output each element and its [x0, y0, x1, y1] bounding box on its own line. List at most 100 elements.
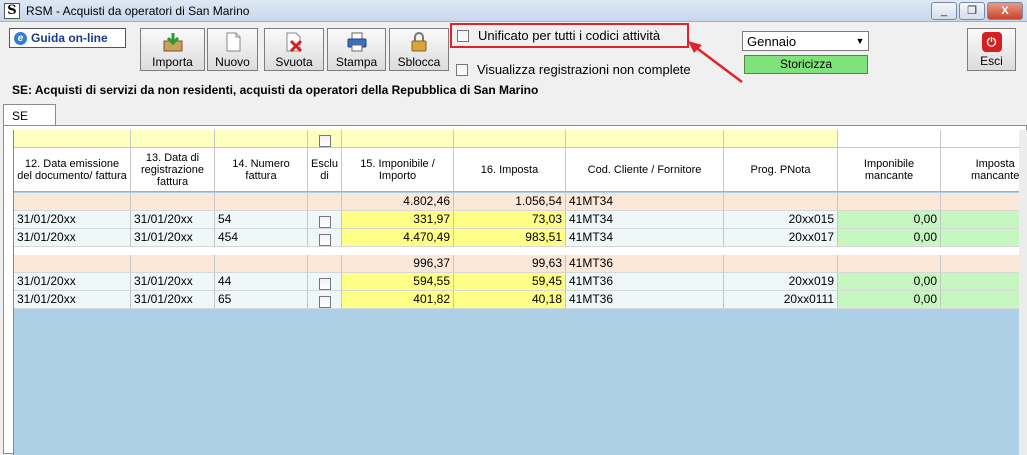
table-row[interactable]: 31/01/20xx 31/01/20xx 454 4.470,49 983,5… — [14, 229, 1019, 247]
stampa-label: Stampa — [335, 55, 378, 69]
numero-fattura-cell: 44 — [215, 273, 308, 291]
filter-cell[interactable] — [454, 130, 566, 148]
group-imposta: 99,63 — [454, 255, 566, 273]
escludi-cell — [308, 273, 342, 291]
filter-cell[interactable] — [941, 130, 1019, 148]
imposta-mancante-cell — [941, 229, 1019, 247]
group-imposta: 1.056,54 — [454, 193, 566, 211]
data-emissione-cell: 31/01/20xx — [14, 291, 131, 309]
filter-cell — [308, 130, 342, 148]
pnota-cell: 20xx019 — [724, 273, 838, 291]
stampa-button[interactable]: Stampa — [327, 28, 386, 71]
column-header[interactable]: Imponibile mancante — [838, 148, 941, 192]
pnota-cell: 20xx015 — [724, 211, 838, 229]
data-registrazione-cell: 31/01/20xx — [131, 291, 215, 309]
filter-cell[interactable] — [215, 130, 308, 148]
escludi-checkbox[interactable] — [318, 215, 331, 228]
table-row[interactable]: 31/01/20xx 31/01/20xx 44 594,55 59,45 41… — [14, 273, 1019, 291]
column-header[interactable]: 13. Data di registrazione fattura — [131, 148, 215, 192]
numero-fattura-cell: 54 — [215, 211, 308, 229]
vertical-scrollbar[interactable] — [1019, 130, 1027, 455]
escludi-checkbox[interactable] — [318, 233, 331, 246]
svuota-button[interactable]: Svuota — [264, 28, 324, 71]
imponibile-cell: 331,97 — [342, 211, 454, 229]
column-header[interactable]: Prog. PNota — [724, 148, 838, 192]
group-codice: 41MT34 — [566, 193, 724, 211]
imposta-mancante-cell — [941, 273, 1019, 291]
imponibile-mancante-cell: 0,00 — [838, 273, 941, 291]
lock-icon — [411, 32, 427, 52]
data-emissione-cell: 31/01/20xx — [14, 211, 131, 229]
filter-cell[interactable] — [566, 130, 724, 148]
nuovo-label: Nuovo — [215, 55, 250, 69]
group-summary-row[interactable]: 996,37 99,63 41MT36 — [14, 255, 1019, 273]
table-row[interactable]: 31/01/20xx 31/01/20xx 54 331,97 73,03 41… — [14, 211, 1019, 229]
filter-cell[interactable] — [131, 130, 215, 148]
importa-label: Importa — [152, 55, 193, 69]
esci-label: Esci — [980, 54, 1003, 68]
escludi-checkbox[interactable] — [318, 295, 331, 308]
filter-cell[interactable] — [838, 130, 941, 148]
sblocca-button[interactable]: Sblocca — [389, 28, 449, 71]
imposta-cell: 40,18 — [454, 291, 566, 309]
column-header-row: 12. Data emissione del documento/ fattur… — [14, 148, 1019, 192]
imponibile-cell: 4.470,49 — [342, 229, 454, 247]
column-header[interactable]: Imposta mancante — [941, 148, 1019, 192]
imponibile-mancante-cell: 0,00 — [838, 229, 941, 247]
esci-button[interactable]: ⏻ Esci — [967, 28, 1016, 71]
column-header[interactable]: Esclu di — [308, 148, 342, 192]
unificato-checkbox[interactable] — [457, 29, 469, 42]
data-registrazione-cell: 31/01/20xx — [131, 229, 215, 247]
data-emissione-cell: 31/01/20xx — [14, 273, 131, 291]
data-registrazione-cell: 31/01/20xx — [131, 273, 215, 291]
window-title: RSM - Acquisti da operatori di San Marin… — [26, 4, 250, 18]
data-emissione-cell: 31/01/20xx — [14, 229, 131, 247]
codice-cell: 41MT34 — [566, 211, 724, 229]
restore-button[interactable]: ❐ — [959, 2, 985, 20]
group-summary-row[interactable]: 4.802,46 1.056,54 41MT34 — [14, 193, 1019, 211]
imposta-cell: 59,45 — [454, 273, 566, 291]
guida-online-label: Guida on-line — [31, 31, 108, 45]
pnota-cell: 20xx0111 — [724, 291, 838, 309]
ie-icon: e — [14, 31, 27, 45]
escludi-all-checkbox[interactable] — [318, 134, 331, 147]
chevron-down-icon: ▼ — [855, 36, 865, 46]
clear-icon — [286, 32, 303, 52]
table-row[interactable]: 31/01/20xx 31/01/20xx 65 401,82 40,18 41… — [14, 291, 1019, 309]
filter-cell[interactable] — [342, 130, 454, 148]
column-header[interactable]: 14. Numero fattura — [215, 148, 308, 192]
month-select[interactable]: Gennaio ▼ — [742, 31, 869, 51]
guida-online-button[interactable]: e Guida on-line — [9, 28, 126, 48]
tab-se[interactable]: SE — [3, 104, 56, 126]
filter-cell[interactable] — [14, 130, 131, 148]
imposta-cell: 983,51 — [454, 229, 566, 247]
escludi-checkbox[interactable] — [318, 277, 331, 290]
group-imponibile: 996,37 — [342, 255, 454, 273]
visualizza-option: Visualizza registrazioni non complete — [456, 62, 691, 77]
minimize-button[interactable]: _ — [931, 2, 957, 20]
close-button[interactable]: X — [987, 2, 1023, 20]
app-icon: S — [4, 3, 20, 19]
imponibile-mancante-cell: 0,00 — [838, 291, 941, 309]
imposta-cell: 73,03 — [454, 211, 566, 229]
codice-cell: 41MT36 — [566, 291, 724, 309]
codice-cell: 41MT36 — [566, 273, 724, 291]
unificato-option: Unificato per tutti i codici attività — [450, 23, 689, 48]
numero-fattura-cell: 454 — [215, 229, 308, 247]
unificato-label: Unificato per tutti i codici attività — [478, 28, 661, 43]
tab-panel: 12. Data emissione del documento/ fattur… — [3, 125, 1027, 455]
group-imponibile: 4.802,46 — [342, 193, 454, 211]
filter-cell[interactable] — [724, 130, 838, 148]
svuota-label: Svuota — [275, 55, 313, 69]
group-separator — [14, 247, 1019, 255]
nuovo-button[interactable]: Nuovo — [207, 28, 258, 71]
column-header[interactable]: 16. Imposta — [454, 148, 566, 192]
storicizza-button[interactable]: Storicizza — [744, 55, 868, 74]
imponibile-mancante-cell: 0,00 — [838, 211, 941, 229]
column-header[interactable]: 12. Data emissione del documento/ fattur… — [14, 148, 131, 192]
importa-button[interactable]: Importa — [140, 28, 205, 71]
column-header[interactable]: 15. Imponibile / Importo — [342, 148, 454, 192]
imposta-mancante-cell — [941, 291, 1019, 309]
column-header[interactable]: Cod. Cliente / Fornitore — [566, 148, 724, 192]
visualizza-checkbox[interactable] — [456, 63, 468, 76]
